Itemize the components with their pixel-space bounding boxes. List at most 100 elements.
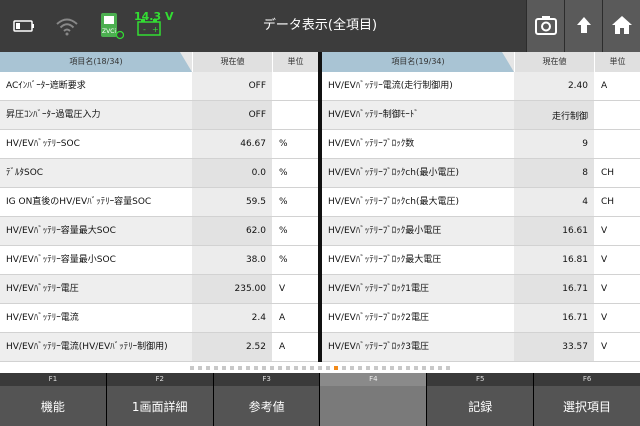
zvci-device-icon: ZVCi [96, 0, 126, 52]
home-button[interactable] [602, 0, 640, 52]
column-header-name[interactable]: 項目名(19/34) [322, 52, 514, 72]
page-dot [206, 365, 210, 370]
function-key-bar: F1 機能 F2 1画面詳細 F3 参考値 F4 F5 記録 F6 選択項目 [0, 373, 640, 426]
table-row[interactable]: HV/EVﾊﾞｯﾃﾘｰ電圧 235.00 V [0, 275, 318, 304]
item-unit [272, 101, 318, 129]
table-row[interactable]: HV/EVﾊﾞｯﾃﾘｰ容量最小SOC 38.0% [0, 246, 318, 275]
car-battery-icon: - + [136, 14, 162, 40]
table-row[interactable]: HV/EVﾊﾞｯﾃﾘｰﾌﾞﾛｯｸ最小電圧 16.61 V [322, 217, 640, 246]
item-name: HV/EVﾊﾞｯﾃﾘｰ電圧 [0, 275, 192, 303]
page-dot [390, 365, 394, 370]
item-unit [594, 101, 640, 129]
table-row[interactable]: HV/EVﾊﾞｯﾃﾘｰﾌﾞﾛｯｸ数 9 [322, 130, 640, 159]
table-row[interactable]: HV/EVﾊﾞｯﾃﾘｰ電流 2.4 A [0, 304, 318, 333]
page-dot [190, 365, 194, 370]
item-value: 2.40 [514, 72, 594, 100]
fkey-f2-button[interactable]: F2 1画面詳細 [106, 373, 213, 426]
table-row[interactable]: HV/EVﾊﾞｯﾃﾘｰﾌﾞﾛｯｸ2電圧 16.71 V [322, 304, 640, 333]
table-row[interactable]: HV/EVﾊﾞｯﾃﾘｰﾌﾞﾛｯｸ3電圧 33.57 V [322, 333, 640, 362]
fkey-f5-button[interactable]: F5 記録 [427, 373, 534, 426]
upload-button[interactable] [564, 0, 602, 52]
item-value: 235.00 [192, 275, 272, 303]
table-row[interactable]: ACｲﾝﾊﾞｰﾀｰ遮断要求 OFF [0, 72, 318, 101]
fkey-f4-button[interactable]: F4 [320, 373, 427, 426]
column-header-value: 現在値 [192, 52, 272, 72]
page-dot [406, 365, 410, 370]
item-name: HV/EVﾊﾞｯﾃﾘｰ電流 [6, 313, 79, 323]
item-value: 0.0 [192, 159, 272, 187]
page-dot [358, 365, 362, 370]
table-row[interactable]: HV/EVﾊﾞｯﾃﾘｰSOC 46.67% [0, 130, 318, 159]
item-name: HV/EVﾊﾞｯﾃﾘｰ制御ﾓｰﾄﾞ [322, 101, 514, 129]
item-unit: % [279, 139, 288, 149]
fkey-number: F5 [427, 373, 534, 386]
item-name: HV/EVﾊﾞｯﾃﾘｰﾌﾞﾛｯｸ数 [328, 139, 415, 149]
table-row[interactable]: HV/EVﾊﾞｯﾃﾘｰﾌﾞﾛｯｸ1電圧 16.71 V [322, 275, 640, 304]
item-value: 33.57 [514, 333, 594, 361]
table-row[interactable]: IG ON直後のHV/EVﾊﾞｯﾃﾘｰ容量SOC 59.5% [0, 188, 318, 217]
svg-text:-: - [143, 25, 146, 34]
item-value: 16.71 [514, 275, 594, 303]
item-value: 16.81 [514, 246, 594, 274]
table-row[interactable]: 昇圧ｺﾝﾊﾞｰﾀｰ過電圧入力 OFF [0, 101, 318, 130]
table-row[interactable]: HV/EVﾊﾞｯﾃﾘｰ制御ﾓｰﾄﾞ 走行制御 [322, 101, 640, 130]
battery-icon [12, 0, 36, 52]
table-row[interactable]: HV/EVﾊﾞｯﾃﾘｰ容量最大SOC 62.0% [0, 217, 318, 246]
page-dot [414, 365, 418, 370]
zvci-label: ZVCi [102, 28, 116, 35]
item-unit: % [279, 226, 288, 236]
fkey-number: F3 [213, 373, 320, 386]
fkey-label: 参考値 [248, 399, 285, 414]
item-name: HV/EVﾊﾞｯﾃﾘｰﾌﾞﾛｯｸ3電圧 [322, 333, 514, 361]
fkey-f6-button[interactable]: F6 選択項目 [534, 373, 640, 426]
fkey-label: 選択項目 [563, 399, 612, 414]
screenshot-icon [534, 15, 557, 38]
page-dot [270, 365, 274, 370]
table-row[interactable]: HV/EVﾊﾞｯﾃﾘｰ電流(走行制御用) 2.40 A [322, 72, 640, 101]
item-unit: V [601, 342, 608, 352]
table-row[interactable]: HV/EVﾊﾞｯﾃﾘｰﾌﾞﾛｯｸ最大電圧 16.81 V [322, 246, 640, 275]
fkey-f1-button[interactable]: F1 機能 [0, 373, 106, 426]
item-unit: V [601, 255, 608, 265]
item-name: HV/EVﾊﾞｯﾃﾘｰﾌﾞﾛｯｸch(最小電圧) [322, 159, 514, 187]
page-dot [318, 365, 322, 370]
page-dot [198, 365, 202, 370]
item-value: 4 [514, 188, 594, 216]
page-dot [246, 365, 250, 370]
page-dot [254, 365, 258, 370]
column-header-name[interactable]: 項目名(18/34) [0, 52, 192, 72]
item-value: 46.67 [192, 130, 272, 158]
column-header-value: 現在値 [514, 52, 594, 72]
right-data-table: 項目名(19/34) 現在値 単位 HV/EVﾊﾞｯﾃﾘｰ電流(走行制御用) 2.… [322, 52, 640, 362]
item-name: ACｲﾝﾊﾞｰﾀｰ遮断要求 [6, 81, 86, 91]
item-name: HV/EVﾊﾞｯﾃﾘｰ容量最小SOC [6, 255, 116, 265]
table-row[interactable]: HV/EVﾊﾞｯﾃﾘｰﾌﾞﾛｯｸch(最大電圧) 4 CH [322, 188, 640, 217]
table-row[interactable]: HV/EVﾊﾞｯﾃﾘｰﾌﾞﾛｯｸch(最小電圧) 8 CH [322, 159, 640, 188]
item-name: HV/EVﾊﾞｯﾃﾘｰﾌﾞﾛｯｸ最小電圧 [322, 217, 514, 245]
item-value: 59.5 [192, 188, 272, 216]
page-dot [374, 365, 378, 370]
item-unit: % [279, 255, 288, 265]
fkey-f3-button[interactable]: F3 参考値 [213, 373, 320, 426]
page-dot [222, 365, 226, 370]
item-unit: V [279, 284, 286, 294]
item-unit [272, 72, 318, 100]
fkey-number: F4 [320, 373, 427, 386]
screenshot-button[interactable] [526, 0, 564, 52]
item-value: 16.71 [514, 304, 594, 332]
table-row[interactable]: ﾃﾞﾙﾀSOC 0.0% [0, 159, 318, 188]
item-name: ﾃﾞﾙﾀSOC [0, 159, 192, 187]
table-row[interactable]: HV/EVﾊﾞｯﾃﾘｰ電流(HV/EVﾊﾞｯﾃﾘｰ制御用) 2.52 A [0, 333, 318, 362]
page-dot [350, 365, 354, 370]
item-unit [594, 130, 640, 158]
page-dot [326, 365, 330, 370]
item-name: HV/EVﾊﾞｯﾃﾘｰﾌﾞﾛｯｸ1電圧 [322, 275, 514, 303]
item-value: OFF [192, 101, 272, 129]
left-data-table: 項目名(18/34) 現在値 単位 ACｲﾝﾊﾞｰﾀｰ遮断要求 OFF 昇圧ｺﾝﾊﾞ… [0, 52, 318, 362]
item-value: 62.0 [192, 217, 272, 245]
upload-icon [574, 15, 594, 38]
page-dot [286, 365, 290, 370]
item-name: HV/EVﾊﾞｯﾃﾘｰ容量最大SOC [0, 217, 192, 245]
page-dot [366, 365, 370, 370]
item-value: 38.0 [192, 246, 272, 274]
